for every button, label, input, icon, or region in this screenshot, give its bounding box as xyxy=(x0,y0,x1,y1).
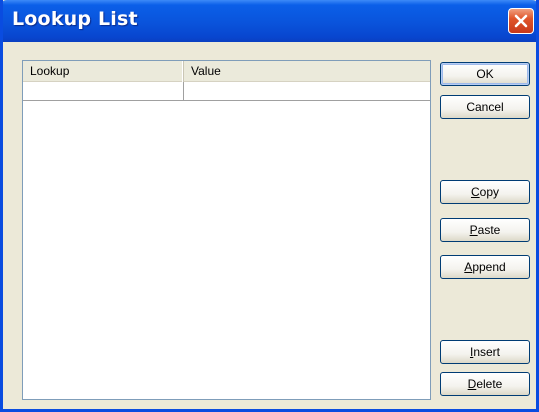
insert-button-label: nsert xyxy=(473,345,501,359)
delete-button[interactable]: Delete xyxy=(440,372,530,396)
list-row[interactable] xyxy=(23,82,430,101)
delete-button-label: elete xyxy=(476,377,503,391)
cancel-button[interactable]: Cancel xyxy=(440,95,530,119)
column-header-lookup[interactable]: Lookup xyxy=(23,61,184,82)
close-button[interactable] xyxy=(508,8,534,34)
value-cell[interactable] xyxy=(184,82,430,100)
paste-button[interactable]: Paste xyxy=(440,218,530,242)
paste-button-label: aste xyxy=(477,223,501,237)
window-title: Lookup List xyxy=(12,8,138,30)
append-button[interactable]: Append xyxy=(440,255,530,279)
ok-button[interactable]: OK xyxy=(440,62,530,86)
close-icon xyxy=(514,14,528,28)
insert-button[interactable]: Insert xyxy=(440,340,530,364)
title-bar[interactable]: Lookup List xyxy=(3,0,536,42)
list-header: Lookup Value xyxy=(23,61,430,82)
column-header-value[interactable]: Value xyxy=(184,61,430,82)
copy-accelerator: C xyxy=(470,185,480,199)
paste-accelerator: P xyxy=(469,223,478,237)
copy-button[interactable]: Copy xyxy=(440,180,530,204)
lookup-cell[interactable] xyxy=(23,82,184,100)
lookup-list-view[interactable]: Lookup Value xyxy=(22,60,431,400)
ok-button-label: OK xyxy=(476,67,494,81)
cancel-button-label: Cancel xyxy=(466,100,504,114)
copy-button-label: opy xyxy=(479,185,500,199)
lookup-list-dialog: Lookup List Lookup Value OK Cancel Copy … xyxy=(0,0,539,412)
delete-accelerator: D xyxy=(467,377,477,391)
append-button-label: ppend xyxy=(472,260,506,274)
